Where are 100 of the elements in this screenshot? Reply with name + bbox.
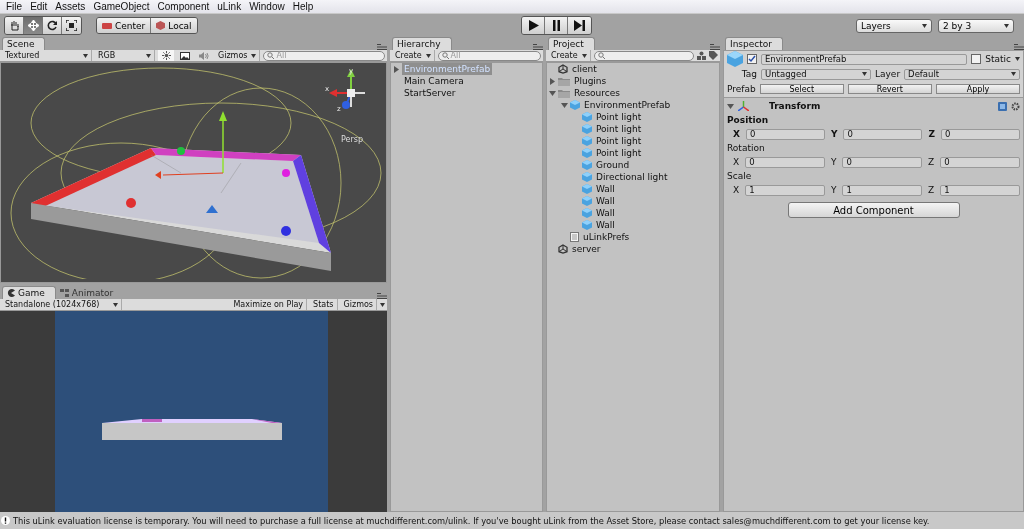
- tree-item[interactable]: Directional light: [594, 171, 670, 183]
- menu-item[interactable]: Edit: [26, 0, 52, 13]
- project-tab[interactable]: Project: [548, 37, 595, 50]
- aspect-dropdown[interactable]: Standalone (1024x768): [2, 299, 122, 310]
- number-field[interactable]: 1: [842, 184, 923, 196]
- filter-type-icon[interactable]: [697, 51, 706, 60]
- speaker-icon: [199, 51, 209, 60]
- tree-item[interactable]: Wall: [594, 183, 617, 195]
- menu-item[interactable]: Assets: [51, 0, 90, 13]
- panel-menu-icon[interactable]: [377, 44, 387, 50]
- prefab-button[interactable]: Apply: [935, 84, 1020, 94]
- scene-toggle[interactable]: [196, 50, 212, 61]
- axis-label: Y: [830, 129, 838, 139]
- prefab-button[interactable]: Select: [759, 84, 844, 94]
- static-checkbox[interactable]: [971, 54, 982, 64]
- tree-item[interactable]: Resources: [572, 87, 622, 99]
- hierarchy-item[interactable]: StartServer: [402, 87, 458, 99]
- menu-item[interactable]: Component: [153, 0, 214, 13]
- menu-item[interactable]: GameObject: [89, 0, 154, 13]
- pause-icon: [551, 20, 561, 31]
- document-icon: [570, 232, 579, 242]
- menu-item[interactable]: File: [2, 0, 27, 13]
- settings-icon[interactable]: [1011, 101, 1020, 111]
- tool-button[interactable]: [5, 17, 24, 34]
- number-field[interactable]: 0: [745, 128, 825, 140]
- search-icon: [597, 52, 606, 59]
- number-field[interactable]: 0: [843, 128, 923, 140]
- scene-toggle[interactable]: [158, 50, 174, 61]
- step-forward-icon: [574, 20, 586, 31]
- tag-icon[interactable]: [709, 51, 718, 60]
- play-control-button[interactable]: [522, 17, 546, 34]
- panel-menu-icon[interactable]: [533, 44, 543, 50]
- unity-logo-icon: [558, 64, 568, 74]
- menu-item[interactable]: Window: [245, 0, 289, 13]
- projection-label: Persp: [341, 135, 363, 144]
- tree-item[interactable]: Wall: [594, 219, 617, 231]
- expanded-arrow-icon[interactable]: [727, 102, 734, 110]
- tree-item[interactable]: Ground: [594, 159, 632, 171]
- panel-tab[interactable]: Game: [2, 286, 56, 299]
- render-mode-dropdown[interactable]: RGB: [95, 50, 155, 61]
- tree-item[interactable]: Plugins: [572, 75, 609, 87]
- search-icon: [267, 52, 276, 59]
- hierarchy-tab[interactable]: Hierarchy: [392, 37, 452, 50]
- tree-item[interactable]: uLinkPrefs: [581, 231, 632, 243]
- panel-menu-icon[interactable]: [377, 293, 387, 299]
- tool-button[interactable]: [43, 17, 62, 34]
- tree-item[interactable]: Point light: [594, 123, 644, 135]
- game-view-button[interactable]: Gizmos: [340, 299, 377, 310]
- book-icon[interactable]: [998, 101, 1007, 111]
- hierarchy-item[interactable]: Main Camera: [402, 75, 466, 87]
- local-cube-icon: [156, 21, 166, 30]
- number-field[interactable]: 0: [745, 156, 825, 168]
- gizmos-dropdown[interactable]: Gizmos: [215, 50, 261, 61]
- pivot-button[interactable]: Center: [97, 18, 152, 33]
- number-field[interactable]: 1: [940, 184, 1020, 196]
- panel-menu-icon[interactable]: [710, 44, 720, 50]
- panel-menu-icon[interactable]: [1014, 44, 1024, 50]
- tree-item[interactable]: server: [570, 243, 603, 255]
- tool-button[interactable]: [62, 17, 81, 34]
- collapsed-arrow-icon[interactable]: [549, 77, 556, 85]
- sun-icon: [161, 51, 171, 60]
- name-field[interactable]: EnvironmentPrefab: [761, 53, 968, 65]
- scale-icon: [66, 20, 77, 31]
- scene-toggle[interactable]: [177, 50, 193, 61]
- scene-tab[interactable]: Scene: [2, 37, 46, 50]
- search-field[interactable]: [593, 50, 694, 61]
- tree-item[interactable]: client: [570, 63, 599, 75]
- expanded-arrow-icon[interactable]: [561, 101, 568, 109]
- number-field[interactable]: 0: [941, 128, 1020, 140]
- tree-item[interactable]: Point light: [594, 135, 644, 147]
- menu-item[interactable]: Help: [288, 0, 318, 13]
- dropdown-caret-icon: [581, 53, 587, 58]
- number-field[interactable]: 0: [842, 156, 923, 168]
- layout-dropdown[interactable]: 2 by 3: [938, 18, 1014, 33]
- layer-dropdown[interactable]: Default: [904, 68, 1020, 80]
- add-component-button[interactable]: Add Component: [787, 202, 960, 218]
- pivot-button[interactable]: Local: [151, 18, 197, 33]
- tree-item[interactable]: Wall: [594, 207, 617, 219]
- inspector-tab[interactable]: Inspector: [725, 37, 783, 50]
- tree-item[interactable]: Wall: [594, 195, 617, 207]
- menu-item[interactable]: uLink: [213, 0, 246, 13]
- tree-item[interactable]: EnvironmentPrefab: [582, 99, 673, 111]
- tree-item[interactable]: Point light: [594, 111, 644, 123]
- number-field[interactable]: 0: [940, 156, 1020, 168]
- create-dropdown[interactable]: Create: [392, 50, 435, 61]
- game-view-button[interactable]: Maximize on Play: [230, 299, 308, 310]
- play-control-button[interactable]: [545, 17, 569, 34]
- cube-icon: [582, 196, 592, 206]
- prefab-button[interactable]: Revert: [847, 84, 932, 94]
- game-view-button[interactable]: Stats: [310, 299, 338, 310]
- collapsed-arrow-icon[interactable]: [393, 65, 400, 73]
- tag-dropdown[interactable]: Untagged: [761, 68, 871, 80]
- play-control-button[interactable]: [568, 17, 592, 34]
- shading-dropdown[interactable]: Textured: [2, 50, 92, 61]
- layers-dropdown[interactable]: Layers: [856, 18, 932, 33]
- number-field[interactable]: 1: [745, 184, 825, 196]
- active-checkbox[interactable]: [747, 54, 757, 64]
- expanded-arrow-icon[interactable]: [549, 89, 556, 97]
- tree-item[interactable]: Point light: [594, 147, 644, 159]
- axis-label: X: [733, 157, 740, 167]
